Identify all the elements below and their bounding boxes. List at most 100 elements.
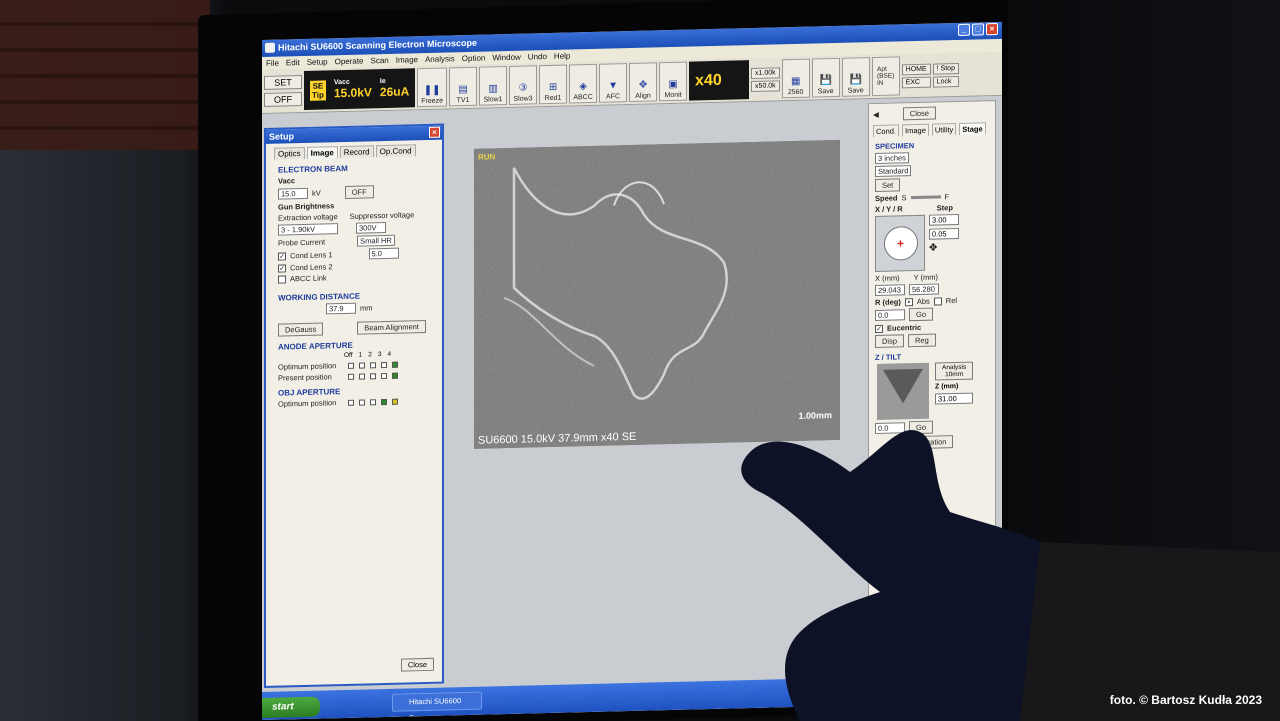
disp-button[interactable]: Disp <box>875 334 905 349</box>
tab-image-rp[interactable]: Image <box>902 123 929 137</box>
aperture-radio-present[interactable] <box>392 398 398 405</box>
taskbar-app-item[interactable]: Hitachi SU6600 Scann... <box>392 691 482 720</box>
aperture-radio[interactable] <box>359 398 365 406</box>
off-button[interactable]: OFF <box>264 92 302 107</box>
setup-close-icon[interactable]: × <box>429 126 440 138</box>
menu-option[interactable]: Option <box>462 52 486 66</box>
aperture-radio-active[interactable] <box>392 372 398 379</box>
aperture-radio-active[interactable] <box>392 361 398 368</box>
aperture-radio[interactable] <box>381 372 387 379</box>
menu-file[interactable]: File <box>266 57 279 70</box>
menu-edit[interactable]: Edit <box>286 56 300 69</box>
menu-window[interactable]: Window <box>492 51 520 65</box>
reg-button[interactable]: Reg <box>908 333 936 348</box>
tab-utility[interactable]: Utility <box>931 123 957 136</box>
set-button[interactable]: SET <box>264 75 302 90</box>
monitor-icon: ▣ <box>668 78 678 91</box>
extraction-select[interactable]: 3 - 1.90kV <box>278 223 338 236</box>
monit-button[interactable]: ▣ Monit <box>659 61 688 102</box>
menu-undo[interactable]: Undo <box>528 50 547 63</box>
menu-setup[interactable]: Setup <box>307 55 328 69</box>
cond-lens-2-checkbox[interactable]: ✓ <box>278 263 286 273</box>
close-icon[interactable]: × <box>986 23 998 36</box>
red1-button[interactable]: ⊞ Red1 <box>539 64 568 105</box>
menu-operate[interactable]: Operate <box>335 55 364 69</box>
menu-image[interactable]: Image <box>396 53 418 67</box>
tab-cond[interactable]: Cond. <box>873 124 900 138</box>
menu-analysis[interactable]: Analysis <box>425 52 455 66</box>
beam-alignment-button[interactable]: Beam Alignment <box>357 319 426 335</box>
probe-current-label: Probe Current <box>278 237 326 248</box>
home-button[interactable]: HOME <box>901 63 931 75</box>
save-button-1[interactable]: 💾 Save <box>811 57 840 98</box>
step-y-field[interactable]: 0.05 <box>929 227 959 240</box>
afc-button[interactable]: ▼ AFC <box>599 63 628 103</box>
freeze-button[interactable]: ❚❚ Freeze <box>417 67 448 108</box>
stop-button[interactable]: ! Stop <box>932 62 959 75</box>
cond-lens-1-checkbox[interactable]: ✓ <box>278 251 286 261</box>
probe-mode-select[interactable]: Small HR <box>357 234 395 247</box>
abcc-button[interactable]: ◈ ABCC <box>569 63 598 104</box>
y-field[interactable]: 56.280 <box>909 283 939 296</box>
specimen-set-button[interactable]: Set <box>875 178 901 193</box>
aperture-radio[interactable] <box>370 372 376 379</box>
start-button[interactable]: start <box>262 696 320 718</box>
slow1-button[interactable]: ▥ Slow1 <box>479 66 508 106</box>
setup-close-button[interactable]: Close <box>400 657 434 672</box>
x-field[interactable]: 29.043 <box>875 284 905 297</box>
aperture-radio[interactable] <box>348 362 354 369</box>
go-button[interactable]: Go <box>909 307 934 322</box>
align-button[interactable]: ✥ Align <box>629 62 658 103</box>
panel-close-button[interactable]: Close <box>902 106 936 121</box>
menu-scan[interactable]: Scan <box>371 54 389 67</box>
aperture-radio[interactable] <box>348 399 354 406</box>
exc-button[interactable]: EXC <box>901 76 931 88</box>
speed-slider[interactable] <box>910 195 941 200</box>
working-distance-select[interactable]: 37.9 <box>326 302 356 315</box>
abcc-link-checkbox[interactable] <box>278 274 286 284</box>
se-tip-badge: SE Tip <box>310 79 326 101</box>
anode-present-radios <box>348 372 398 380</box>
sem-image-viewport[interactable]: RUN 1.00mm SU6600 15.0kV 37.9mm x40 SE <box>474 139 840 449</box>
step-x-field[interactable]: 3.00 <box>929 213 959 226</box>
menu-help[interactable]: Help <box>554 49 570 62</box>
tab-image[interactable]: Image <box>306 146 338 159</box>
tab-record[interactable]: Record <box>339 145 374 159</box>
probe-value-field[interactable]: 5.0 <box>368 247 399 260</box>
apt-bse-button[interactable]: Apt (BSE) IN <box>871 56 900 97</box>
tab-stage[interactable]: Stage <box>959 122 986 135</box>
minimize-icon[interactable]: _ <box>958 23 970 36</box>
analysis-button[interactable]: Analysis 10mm <box>935 361 974 381</box>
eucentric-checkbox[interactable]: ✓ <box>875 324 883 333</box>
vacc-select[interactable]: 15.0 <box>278 187 308 200</box>
aperture-radio[interactable] <box>359 361 365 369</box>
lock-button[interactable]: Lock <box>932 75 959 88</box>
save-button-2[interactable]: 💾 Save <box>841 57 870 97</box>
aperture-radio[interactable] <box>370 361 376 368</box>
aperture-radio-active[interactable] <box>381 398 387 405</box>
slow3-button[interactable]: ③ Slow3 <box>509 65 538 105</box>
aperture-radio[interactable] <box>381 361 387 368</box>
tv1-button[interactable]: ▤ TV1 <box>449 66 478 107</box>
panel-left-arrow-icon[interactable]: ◀ <box>873 110 879 119</box>
mag-high-button[interactable]: x50.0k <box>751 79 780 92</box>
speed-label: Speed <box>875 193 898 204</box>
resolution-button[interactable]: ▦ 2560 <box>781 58 810 99</box>
stage-arrows-icon[interactable]: ✥ <box>929 242 959 253</box>
maximize-icon[interactable]: □ <box>972 23 984 36</box>
z-field[interactable]: 31.00 <box>935 392 974 405</box>
degauss-button[interactable]: DeGauss <box>278 322 324 337</box>
rel-radio[interactable] <box>933 296 942 306</box>
aperture-radio[interactable] <box>348 373 354 380</box>
tab-optics[interactable]: Optics <box>274 146 305 160</box>
mag-low-button[interactable]: x1.00k <box>751 66 780 79</box>
aperture-radio[interactable] <box>359 372 365 380</box>
aperture-radio[interactable] <box>370 398 376 405</box>
holder-field[interactable]: Standard <box>875 165 912 178</box>
tab-op-cond[interactable]: Op.Cond <box>375 144 416 158</box>
specimen-size-field[interactable]: 3 inches <box>875 152 909 165</box>
abs-radio[interactable]: • <box>904 297 913 306</box>
beam-off-button[interactable]: OFF <box>344 185 374 199</box>
r-field[interactable]: 0.0 <box>875 309 905 322</box>
stage-map[interactable]: + <box>875 214 925 273</box>
